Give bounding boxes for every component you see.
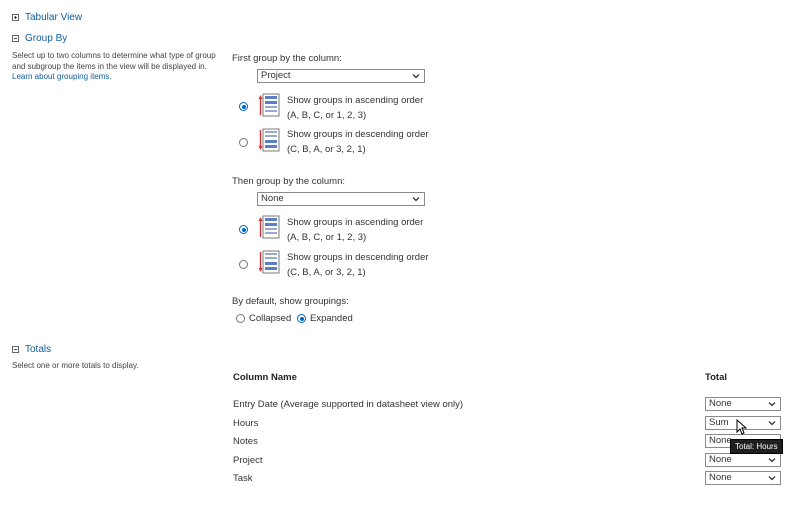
totals-row-name: Hours <box>233 418 259 429</box>
tabular-view-label: Tabular View <box>25 12 83 23</box>
then-descending-text: Show groups in descending order (C, B, A… <box>287 252 429 278</box>
chevron-down-icon <box>768 421 776 426</box>
first-group-label: First group by the column: <box>232 53 342 64</box>
chevron-down-icon <box>768 458 776 463</box>
expanded-label: Expanded <box>310 313 353 324</box>
group-by-label: Group By <box>25 33 68 44</box>
totals-row-name: Task <box>233 473 253 484</box>
total-select-task[interactable]: None <box>705 471 781 485</box>
then-descending-radio[interactable] <box>239 260 248 269</box>
sort-descending-icon <box>258 128 280 152</box>
totals-row-name: Entry Date (Average supported in datashe… <box>233 399 464 410</box>
chevron-down-icon <box>412 74 420 79</box>
then-group-select[interactable]: None <box>257 192 425 206</box>
learn-grouping-link[interactable]: Learn about grouping items. <box>12 72 112 81</box>
collapsed-label: Collapsed <box>249 313 292 324</box>
first-descending-text: Show groups in descending order (C, B, A… <box>287 129 429 155</box>
total-select-project[interactable]: None <box>705 453 781 467</box>
column-name-header: Column Name <box>233 372 297 383</box>
expanded-radio[interactable] <box>297 314 306 323</box>
totals-header[interactable]: Totals <box>12 344 51 355</box>
sort-descending-icon <box>258 250 280 274</box>
totals-row-name: Project <box>233 455 263 466</box>
sort-ascending-icon <box>258 93 280 117</box>
chevron-down-icon <box>768 476 776 481</box>
then-ascending-radio[interactable] <box>239 225 248 234</box>
collapsed-radio[interactable] <box>236 314 245 323</box>
totals-row-name: Notes <box>233 436 258 447</box>
total-header: Total <box>705 372 727 383</box>
collapse-icon <box>12 35 19 42</box>
group-by-header[interactable]: Group By <box>12 33 67 44</box>
totals-label: Totals <box>25 344 52 355</box>
chevron-down-icon <box>412 197 420 202</box>
chevron-down-icon <box>768 402 776 407</box>
tabular-view-header[interactable]: Tabular View <box>12 12 82 23</box>
first-ascending-radio[interactable] <box>239 102 248 111</box>
first-group-select[interactable]: Project <box>257 69 425 83</box>
group-by-description: Select up to two columns to determine wh… <box>12 51 216 81</box>
mouse-pointer-icon <box>736 419 747 435</box>
totals-description: Select one or more totals to display. <box>12 361 139 370</box>
sort-ascending-icon <box>258 215 280 239</box>
first-descending-radio[interactable] <box>239 138 248 147</box>
expand-icon <box>12 14 19 21</box>
total-select-entry-date[interactable]: None <box>705 397 781 411</box>
total-hours-tooltip: Total: Hours <box>730 439 783 454</box>
then-group-label: Then group by the column: <box>232 176 346 187</box>
default-show-label: By default, show groupings: <box>232 296 349 307</box>
first-ascending-text: Show groups in ascending order (A, B, C,… <box>287 95 424 121</box>
then-ascending-text: Show groups in ascending order (A, B, C,… <box>287 217 424 243</box>
collapse-icon <box>12 346 19 353</box>
